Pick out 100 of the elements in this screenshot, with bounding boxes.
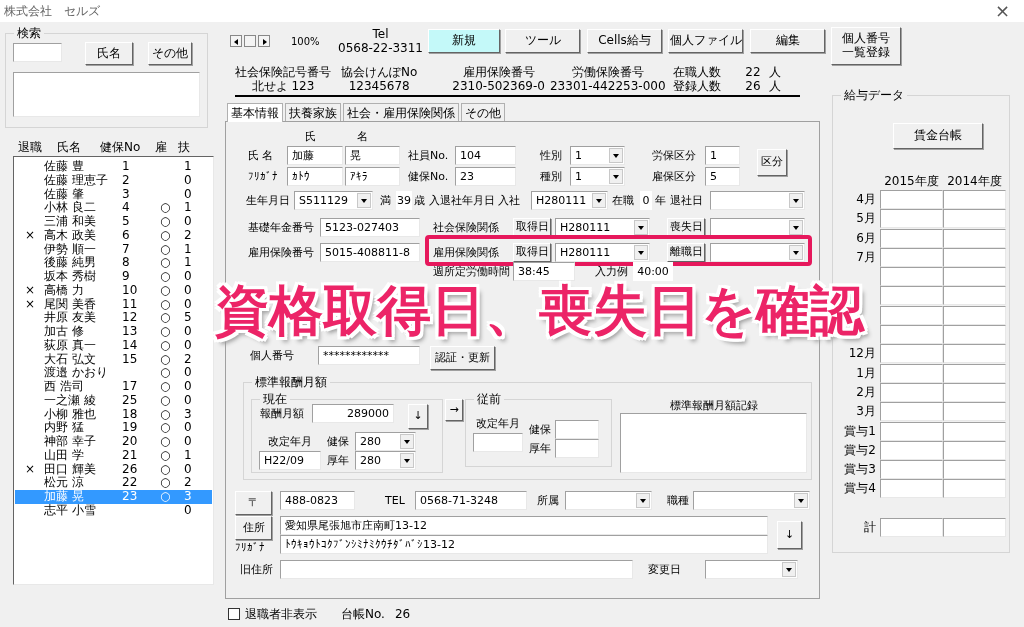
- list-row[interactable]: 志平 小雪 0: [15, 503, 212, 518]
- toolbar-button[interactable]: 個人ファイル: [668, 29, 743, 53]
- text-field[interactable]: [943, 402, 1006, 422]
- push-button[interactable]: 取得日: [513, 243, 551, 262]
- push-button[interactable]: →: [445, 399, 463, 421]
- text-field[interactable]: [880, 228, 943, 248]
- list-row[interactable]: × 高木 政美 6 ○ 2: [15, 228, 212, 243]
- text-field[interactable]: 愛知県尾張旭市庄南町13-12: [280, 516, 768, 535]
- push-button[interactable]: 氏名: [85, 42, 133, 65]
- text-field[interactable]: H22/09: [259, 451, 321, 470]
- dropdown[interactable]: [710, 243, 805, 262]
- text-field[interactable]: [880, 363, 943, 383]
- list-row[interactable]: 井原 友美 12 ○ 5: [15, 311, 212, 325]
- close-button[interactable]: ×: [994, 2, 1010, 20]
- tab[interactable]: 社会・雇用保険関係: [343, 103, 459, 121]
- list-row[interactable]: × 尾関 美香 11 ○ 0: [15, 297, 212, 312]
- tab[interactable]: 扶養家族: [285, 103, 341, 121]
- list-row[interactable]: 佐藤 豊 1 1: [15, 160, 212, 174]
- text-field[interactable]: [555, 439, 599, 458]
- text-field[interactable]: [943, 286, 1006, 306]
- list-row[interactable]: 大石 弘文 15 ○ 2: [15, 352, 212, 367]
- list-row[interactable]: 三浦 和美 5 ○ 0: [15, 215, 212, 229]
- push-button[interactable]: 離職日: [667, 243, 705, 262]
- text-field[interactable]: 488-0823: [280, 491, 355, 510]
- list-row[interactable]: 西 浩司 17 ○ 0: [15, 380, 212, 394]
- toolbar-button[interactable]: 個人番号 一覧登録: [831, 27, 901, 65]
- text-field[interactable]: 5015-408811-8: [320, 243, 420, 262]
- dropdown[interactable]: [565, 491, 652, 510]
- text-field[interactable]: [943, 325, 1006, 345]
- push-button[interactable]: 賃金台帳: [893, 123, 983, 149]
- dropdown[interactable]: 280: [355, 432, 416, 451]
- text-field[interactable]: [943, 363, 1006, 383]
- text-field[interactable]: [880, 517, 943, 537]
- list-row[interactable]: 小柳 雅也 18 ○ 3: [15, 407, 212, 422]
- push-button[interactable]: 住所: [235, 516, 272, 540]
- text-field[interactable]: [943, 344, 1006, 364]
- text-field[interactable]: ｶﾄｳ: [287, 167, 343, 186]
- text-field[interactable]: 104: [455, 146, 516, 165]
- list-row[interactable]: 一之瀬 綾 25 ○ 0: [15, 393, 212, 408]
- results-box[interactable]: [13, 72, 200, 117]
- push-button[interactable]: 認証・更新: [430, 346, 495, 370]
- list-row[interactable]: × 高橋 力 10 ○ 0: [15, 283, 212, 298]
- text-field[interactable]: [880, 305, 943, 325]
- list-row[interactable]: 神部 幸子 20 ○ 0: [15, 435, 212, 449]
- search-field[interactable]: [13, 43, 62, 62]
- list-row[interactable]: 伊勢 順一 7 ○ 1: [15, 242, 212, 257]
- text-field[interactable]: ************: [318, 346, 420, 365]
- record-box[interactable]: [620, 413, 807, 473]
- push-button[interactable]: ↓: [408, 404, 428, 429]
- push-button[interactable]: 区分: [757, 149, 787, 176]
- dropdown[interactable]: [710, 191, 805, 210]
- text-field[interactable]: [880, 325, 943, 345]
- text-field[interactable]: 38:45: [513, 262, 575, 281]
- list-row[interactable]: 後藤 純男 8 ○ 1: [15, 256, 212, 270]
- text-field[interactable]: [943, 479, 1006, 499]
- text-field[interactable]: ｱｷﾗ: [345, 167, 400, 186]
- dropdown[interactable]: 1: [570, 167, 625, 186]
- tab[interactable]: 基本情報: [227, 103, 283, 122]
- list-row[interactable]: 佐藤 理恵子 2 0: [15, 173, 212, 188]
- push-button[interactable]: 〒: [235, 491, 272, 515]
- text-field[interactable]: [280, 560, 633, 579]
- text-field[interactable]: 加藤: [287, 146, 343, 165]
- list-row[interactable]: 加古 修 13 ○ 0: [15, 325, 212, 339]
- checkbox[interactable]: [228, 608, 240, 621]
- text-field[interactable]: [880, 479, 943, 499]
- text-field[interactable]: ﾄｳｷｮｳﾄｺｸﾌﾞﾝｼﾐﾅﾐｸｳﾁﾀﾞﾊﾞｼ13-12: [280, 535, 768, 554]
- push-button[interactable]: その他: [148, 42, 192, 65]
- text-field[interactable]: [880, 209, 943, 229]
- dropdown[interactable]: 280: [355, 451, 416, 470]
- toolbar-button[interactable]: 新規: [428, 29, 500, 53]
- text-field[interactable]: [880, 402, 943, 422]
- text-field[interactable]: [943, 517, 1006, 537]
- text-field[interactable]: [880, 460, 943, 480]
- dropdown[interactable]: 1: [570, 146, 625, 165]
- text-field[interactable]: [555, 420, 599, 439]
- list-row[interactable]: 坂本 秀樹 9 ○ 0: [15, 270, 212, 284]
- scrollbar[interactable]: [230, 35, 270, 48]
- text-field[interactable]: [880, 267, 943, 287]
- text-field[interactable]: [880, 190, 943, 209]
- list-row[interactable]: 佐藤 肇 3 0: [15, 187, 212, 202]
- text-field[interactable]: [943, 421, 1006, 441]
- text-field[interactable]: [880, 286, 943, 306]
- text-field[interactable]: [880, 421, 943, 441]
- toolbar-button[interactable]: Cells給与: [587, 29, 662, 53]
- list-row[interactable]: 内野 猛 19 ○ 0: [15, 421, 212, 435]
- list-row[interactable]: 松元 涼 22 ○ 2: [15, 476, 212, 490]
- text-field[interactable]: [943, 190, 1006, 209]
- text-field[interactable]: 5: [705, 167, 740, 186]
- dropdown[interactable]: H280111: [531, 191, 608, 210]
- text-field[interactable]: [943, 460, 1006, 480]
- text-field[interactable]: 晃: [345, 146, 400, 165]
- toolbar-button[interactable]: ツール: [505, 29, 580, 53]
- text-field[interactable]: [473, 433, 523, 452]
- dropdown[interactable]: [705, 560, 798, 579]
- dropdown[interactable]: [693, 491, 810, 510]
- text-field[interactable]: [943, 267, 1006, 287]
- list-row[interactable]: 渡邉 かおり ○ 0: [15, 366, 212, 380]
- dropdown[interactable]: S511129: [294, 191, 373, 210]
- list-row[interactable]: × 田口 輝美 26 ○ 0: [15, 462, 212, 477]
- list-row[interactable]: 山田 学 21 ○ 1: [15, 448, 212, 463]
